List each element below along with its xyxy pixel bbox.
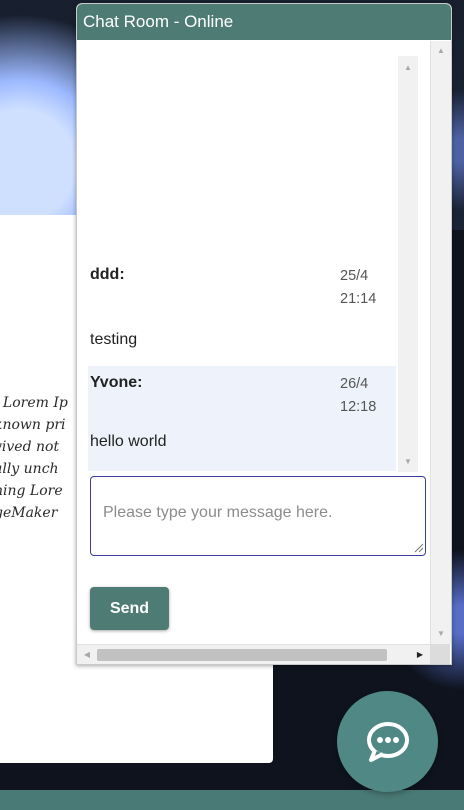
message-sender: Yvone: — [90, 374, 143, 391]
scroll-down-arrow-icon[interactable]: ▼ — [398, 454, 418, 470]
lorem-line: ning Lore — [0, 483, 63, 499]
scroll-right-arrow-icon[interactable]: ▶ — [412, 645, 428, 664]
message-date: 25/4 — [340, 268, 369, 284]
message-date: 26/4 — [340, 376, 369, 392]
lorem-line: geMaker — [0, 505, 58, 521]
window-horizontal-scrollbar[interactable]: ◀ ▶ — [77, 644, 430, 664]
lorem-line: vived not — [0, 439, 60, 455]
message-text: testing — [90, 331, 138, 348]
bottom-bar — [0, 790, 464, 810]
message-list-scrollbar[interactable]: ▲ ▼ — [398, 56, 418, 472]
message-item: ddd: 25/4 21:14 testing — [88, 258, 396, 366]
lorem-line: . Lorem Ip — [0, 395, 68, 411]
message-text: hello world — [90, 433, 167, 450]
scroll-up-arrow-icon[interactable]: ▲ — [398, 60, 418, 76]
message-timestamp: 25/4 21:14 — [340, 265, 385, 311]
message-timestamp: 26/4 12:18 — [340, 373, 385, 419]
scrollbar-thumb[interactable] — [97, 649, 387, 661]
scrollbar-corner — [430, 644, 450, 664]
background-lorem-text: . Lorem Ip known pri vived not ally unch… — [0, 392, 78, 524]
window-vertical-scrollbar[interactable]: ▲ ▼ — [430, 41, 451, 644]
chat-header-title: Chat Room - Online — [77, 4, 451, 40]
scroll-up-arrow-icon[interactable]: ▲ — [431, 43, 451, 59]
send-button[interactable]: Send — [90, 587, 169, 630]
message-sender: ddd: — [90, 266, 125, 283]
message-time: 21:14 — [340, 291, 377, 307]
chat-toggle-button[interactable] — [337, 691, 438, 792]
message-time: 12:18 — [340, 399, 377, 415]
message-input[interactable] — [90, 476, 426, 556]
lorem-line: known pri — [0, 417, 66, 433]
message-list: ddd: 25/4 21:14 testing Yvone: 26/4 12:1… — [88, 56, 418, 472]
message-item: Yvone: 26/4 12:18 hello world — [88, 366, 396, 471]
lorem-line: ally unch — [0, 461, 59, 477]
scroll-down-arrow-icon[interactable]: ▼ — [431, 626, 451, 642]
chat-window: Chat Room - Online ddd: 25/4 21:14 testi… — [76, 3, 452, 665]
scroll-left-arrow-icon[interactable]: ◀ — [79, 645, 95, 664]
chat-bubble-icon — [366, 721, 409, 762]
